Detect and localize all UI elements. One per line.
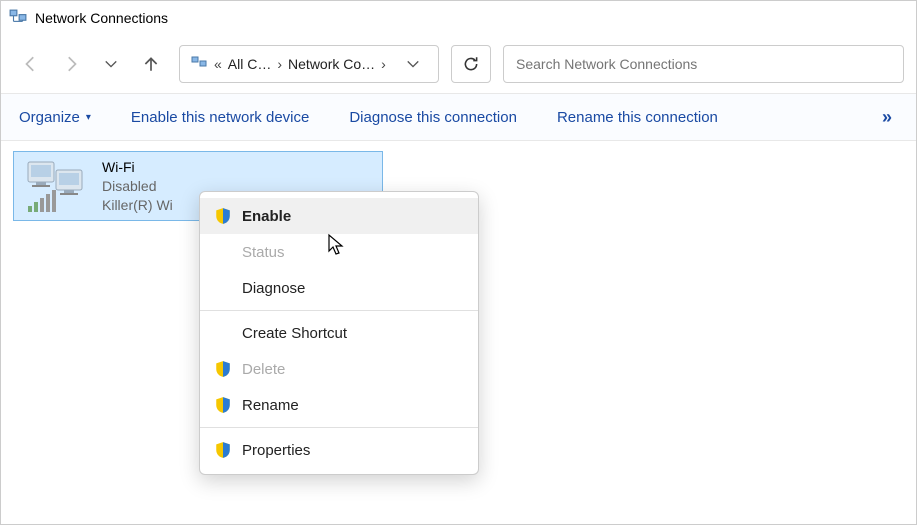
shield-icon	[214, 207, 232, 225]
shield-icon	[214, 360, 232, 378]
forward-button[interactable]	[53, 46, 89, 82]
network-icon	[9, 9, 27, 27]
ctx-rename[interactable]: Rename	[200, 387, 478, 423]
recent-locations-button[interactable]	[93, 46, 129, 82]
chevron-right-icon[interactable]: ›	[381, 56, 386, 72]
ctx-delete: Delete	[200, 351, 478, 387]
shield-icon	[214, 396, 232, 414]
adapter-driver: Killer(R) Wi	[102, 196, 173, 215]
ctx-status: Status	[200, 234, 478, 270]
content-area: Wi-Fi Disabled Killer(R) Wi Enable Statu…	[1, 141, 916, 526]
diagnose-cmd[interactable]: Diagnose this connection	[349, 109, 517, 126]
caret-down-icon: ▾	[86, 112, 91, 123]
adapter-icon	[22, 158, 92, 214]
ctx-rename-label: Rename	[242, 397, 299, 414]
context-menu: Enable Status Diagnose Create Shortcut D…	[199, 191, 479, 475]
menu-separator	[200, 310, 478, 311]
breadcrumb-current[interactable]: Network Co…	[288, 56, 375, 72]
breadcrumb-sep: «	[214, 56, 222, 72]
refresh-button[interactable]	[451, 45, 491, 83]
command-bar: Organize ▾ Enable this network device Dia…	[1, 93, 916, 141]
network-icon	[190, 56, 208, 72]
ctx-diagnose-label: Diagnose	[242, 280, 305, 297]
overflow-button[interactable]: »	[882, 107, 898, 128]
ctx-properties[interactable]: Properties	[200, 432, 478, 468]
ctx-properties-label: Properties	[242, 442, 310, 459]
search-input[interactable]	[503, 45, 904, 83]
back-button[interactable]	[13, 46, 49, 82]
address-bar[interactable]: « All C… › Network Co… ›	[179, 45, 439, 83]
ctx-delete-label: Delete	[242, 361, 285, 378]
navbar: « All C… › Network Co… ›	[1, 35, 916, 93]
address-dropdown[interactable]	[398, 57, 428, 71]
window-title: Network Connections	[35, 10, 168, 26]
ctx-enable-label: Enable	[242, 208, 291, 225]
rename-cmd[interactable]: Rename this connection	[557, 109, 718, 126]
ctx-status-label: Status	[242, 244, 285, 261]
organize-menu[interactable]: Organize ▾	[19, 109, 91, 126]
adapter-name: Wi-Fi	[102, 158, 173, 177]
adapter-info: Wi-Fi Disabled Killer(R) Wi	[102, 158, 173, 215]
ctx-enable[interactable]: Enable	[200, 198, 478, 234]
ctx-create-shortcut-label: Create Shortcut	[242, 325, 347, 342]
shield-icon	[214, 441, 232, 459]
breadcrumb-root[interactable]: All C…	[228, 56, 272, 72]
ctx-diagnose[interactable]: Diagnose	[200, 270, 478, 306]
ctx-create-shortcut[interactable]: Create Shortcut	[200, 315, 478, 351]
chevron-right-icon[interactable]: ›	[277, 56, 282, 72]
titlebar: Network Connections	[1, 1, 916, 35]
enable-device-cmd[interactable]: Enable this network device	[131, 109, 309, 126]
adapter-status: Disabled	[102, 177, 173, 196]
menu-separator	[200, 427, 478, 428]
organize-label: Organize	[19, 109, 80, 126]
up-button[interactable]	[133, 46, 169, 82]
